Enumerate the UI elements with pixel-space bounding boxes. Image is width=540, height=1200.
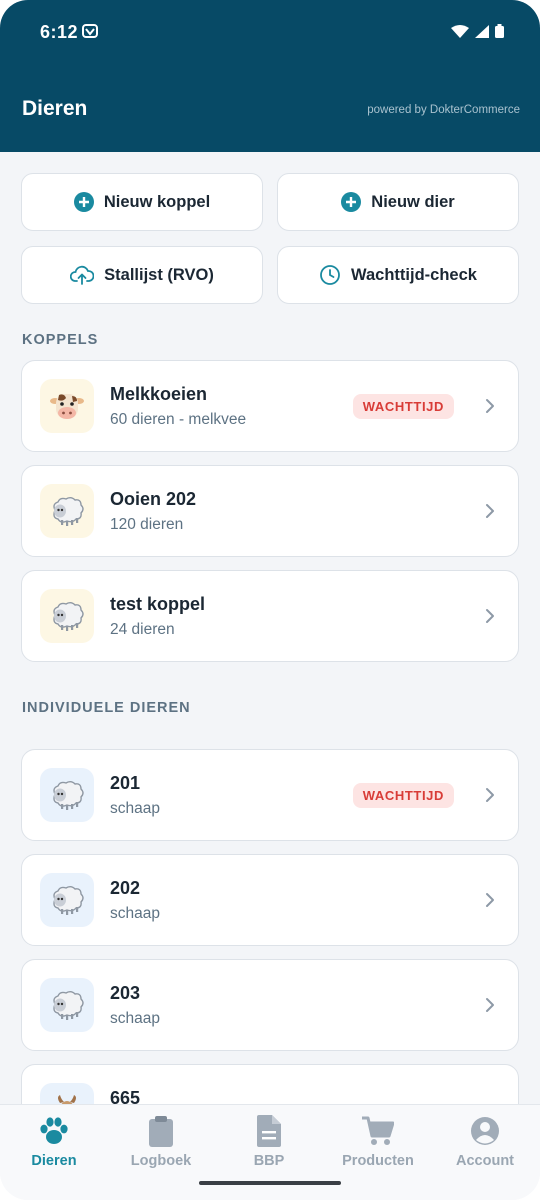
signal-icon — [475, 24, 489, 38]
cow-icon — [40, 379, 94, 433]
status-time: 6:12 — [40, 22, 79, 42]
home-indicator[interactable] — [199, 1181, 341, 1185]
withdrawal-check-label: Wachttijd-check — [351, 265, 477, 284]
account-icon — [470, 1115, 500, 1147]
chevron-right-icon — [486, 504, 494, 518]
main-content[interactable]: Nieuw koppel Nieuw dier Stallijst (RVO) … — [0, 152, 540, 1104]
app-header: 6:12 Dieren powered by DokterCommerce — [0, 0, 540, 152]
new-animal-label: Nieuw dier — [371, 192, 455, 211]
nav-item-logboek[interactable]: Logboek — [107, 1115, 215, 1175]
animal-card[interactable]: 203 schaap — [21, 959, 519, 1051]
chevron-right-icon — [486, 399, 494, 413]
sheep-icon — [40, 484, 94, 538]
animal-species: schaap — [110, 1010, 160, 1027]
new-herd-label: Nieuw koppel — [103, 192, 211, 211]
page-title: Dieren — [22, 97, 88, 120]
herd-name: Ooien 202 — [110, 489, 197, 509]
bottom-navigation: Dieren Logboek BBP Producten Account — [0, 1104, 540, 1200]
nav-label: BBP — [253, 1153, 285, 1169]
new-animal-button[interactable]: Nieuw dier — [277, 173, 519, 231]
animal-species: schaap — [110, 905, 160, 922]
herd-subtitle: 24 dieren — [110, 621, 175, 638]
status-badge: WACHTTIJD — [352, 783, 454, 808]
withdrawal-check-button[interactable]: Wachttijd-check — [277, 246, 519, 304]
animal-card[interactable]: 201 schaap WACHTTIJD — [21, 749, 519, 841]
stable-list-button[interactable]: Stallijst (RVO) — [21, 246, 263, 304]
herd-card[interactable]: test koppel 24 dieren — [21, 570, 519, 662]
herd-subtitle: 60 dieren - melkvee — [110, 411, 247, 428]
chevron-right-icon — [486, 893, 494, 907]
document-icon — [257, 1115, 281, 1147]
herd-card[interactable]: Ooien 202 120 dieren — [21, 465, 519, 557]
vpn-icon — [82, 24, 98, 43]
nav-item-dieren[interactable]: Dieren — [0, 1115, 108, 1175]
new-herd-button[interactable]: Nieuw koppel — [21, 173, 263, 231]
app-screen: 6:12 Dieren powered by DokterCommerce Ni… — [0, 0, 540, 1200]
cart-icon — [362, 1115, 394, 1147]
clock-icon — [320, 265, 340, 285]
section-title-koppels: KOPPELS — [22, 332, 99, 348]
wifi-icon — [451, 24, 469, 38]
section-title-individual: INDIVIDUELE DIEREN — [22, 700, 191, 716]
powered-by-label: powered by DokterCommerce — [367, 104, 520, 116]
nav-label: Producten — [342, 1153, 414, 1169]
sheep-icon — [40, 873, 94, 927]
cloud-upload-icon — [70, 265, 95, 285]
stable-list-label: Stallijst (RVO) — [104, 265, 214, 284]
nav-label: Dieren — [31, 1153, 77, 1169]
chevron-right-icon — [486, 609, 494, 623]
herd-name: test koppel — [110, 594, 206, 614]
clipboard-icon — [148, 1115, 174, 1147]
nav-label: Logboek — [130, 1153, 192, 1169]
nav-label: Account — [456, 1153, 514, 1169]
herd-subtitle: 120 dieren — [110, 516, 184, 533]
goat-icon — [40, 1083, 94, 1104]
sheep-icon — [40, 768, 94, 822]
sheep-icon — [40, 589, 94, 643]
plus-circle-icon — [341, 192, 362, 212]
animal-card[interactable]: 202 schaap — [21, 854, 519, 946]
nav-item-producten[interactable]: Producten — [324, 1115, 432, 1175]
chevron-right-icon — [486, 998, 494, 1012]
chevron-right-icon — [486, 788, 494, 802]
animal-name: 201 — [110, 773, 141, 793]
animal-name: 203 — [110, 983, 141, 1003]
animal-name: 665 — [110, 1088, 141, 1104]
animal-card[interactable]: 665 — [21, 1064, 519, 1104]
animal-name: 202 — [110, 878, 141, 898]
plus-circle-icon — [73, 192, 94, 212]
animal-species: schaap — [110, 800, 160, 817]
status-icons — [451, 24, 504, 38]
status-badge: WACHTTIJD — [352, 394, 454, 419]
paw-icon — [38, 1115, 70, 1147]
status-bar: 6:12 — [0, 0, 540, 60]
sheep-icon — [40, 978, 94, 1032]
nav-item-bbp[interactable]: BBP — [215, 1115, 323, 1175]
nav-item-account[interactable]: Account — [431, 1115, 539, 1175]
herd-card[interactable]: Melkkoeien 60 dieren - melkvee WACHTTIJD — [21, 360, 519, 452]
battery-icon — [495, 24, 504, 38]
herd-name: Melkkoeien — [110, 384, 208, 404]
